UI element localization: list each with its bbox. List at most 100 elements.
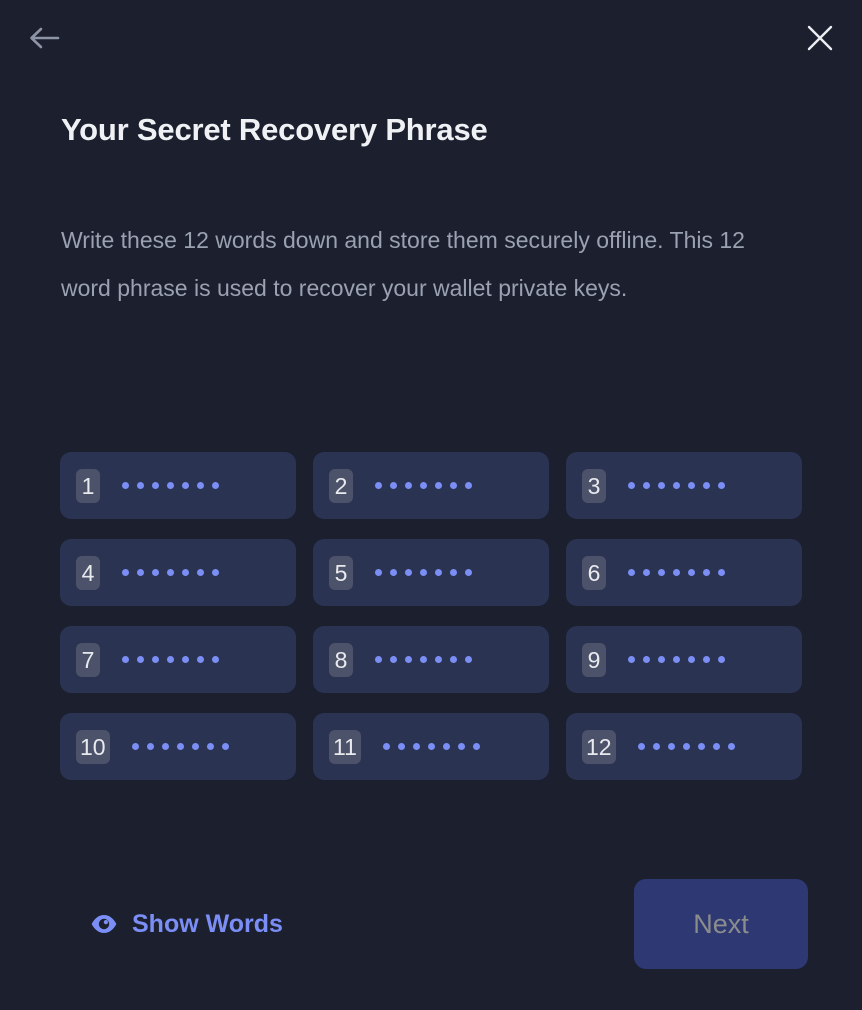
mask-dot [122, 656, 129, 663]
mask-dot [703, 656, 710, 663]
mask-dot [375, 569, 382, 576]
mask-dot [167, 569, 174, 576]
mask-dot [146, 743, 154, 750]
close-icon [807, 25, 833, 51]
mask-dot [673, 656, 680, 663]
mask-dot [667, 743, 675, 750]
mask-dot [390, 569, 397, 576]
mask-dot [182, 569, 189, 576]
mask-dot [673, 482, 680, 489]
mask-dot [465, 569, 472, 576]
mask-dot [420, 569, 427, 576]
mask-dot [643, 482, 650, 489]
word-index-badge: 1 [76, 468, 100, 503]
arrow-left-icon [30, 27, 60, 49]
mask-dot [658, 569, 665, 576]
close-button[interactable] [796, 14, 844, 62]
word-chip[interactable]: 8 [313, 626, 549, 693]
mask-dot [167, 482, 174, 489]
mask-dot [131, 743, 139, 750]
word-chip[interactable]: 5 [313, 539, 549, 606]
word-index-badge: 6 [582, 555, 606, 590]
word-masked-value [375, 482, 472, 489]
mask-dot [382, 743, 390, 750]
word-index-badge: 7 [76, 642, 100, 677]
mask-dot [212, 569, 219, 576]
word-chip[interactable]: 6 [566, 539, 802, 606]
mask-dot [718, 656, 725, 663]
word-chip[interactable]: 10 [60, 713, 296, 780]
mask-dot [182, 482, 189, 489]
word-chip[interactable]: 11 [313, 713, 549, 780]
back-button[interactable] [22, 16, 66, 60]
word-masked-value [637, 743, 735, 750]
recovery-phrase-grid: 1 2 3 4 5 6 7 8 9 10 11 12 [60, 452, 802, 780]
mask-dot [628, 482, 635, 489]
page-description: Write these 12 words down and store them… [61, 227, 745, 301]
word-masked-value [375, 656, 472, 663]
word-masked-value [375, 569, 472, 576]
word-masked-value [131, 743, 229, 750]
mask-dot [712, 743, 720, 750]
mask-dot [152, 569, 159, 576]
mask-dot [405, 482, 412, 489]
mask-dot [405, 656, 412, 663]
mask-dot [412, 743, 420, 750]
show-words-button[interactable]: Show Words [90, 892, 283, 956]
mask-dot [420, 656, 427, 663]
next-button[interactable]: Next [634, 879, 808, 969]
mask-dot [658, 482, 665, 489]
mask-dot [457, 743, 465, 750]
mask-dot [450, 569, 457, 576]
mask-dot [682, 743, 690, 750]
mask-dot [197, 569, 204, 576]
mask-dot [390, 482, 397, 489]
mask-dot [197, 482, 204, 489]
eye-icon [91, 915, 117, 933]
word-masked-value [122, 482, 219, 489]
word-chip[interactable]: 2 [313, 452, 549, 519]
mask-dot [658, 656, 665, 663]
mask-dot [152, 482, 159, 489]
mask-dot [137, 569, 144, 576]
mask-dot [435, 482, 442, 489]
word-chip[interactable]: 4 [60, 539, 296, 606]
mask-dot [688, 569, 695, 576]
word-index-badge: 4 [76, 555, 100, 590]
word-index-badge: 3 [582, 468, 606, 503]
mask-dot [405, 569, 412, 576]
mask-dot [643, 656, 650, 663]
mask-dot [673, 569, 680, 576]
mask-dot [161, 743, 169, 750]
mask-dot [212, 656, 219, 663]
mask-dot [427, 743, 435, 750]
word-index-badge: 12 [582, 729, 616, 764]
word-masked-value [628, 569, 725, 576]
word-index-badge: 5 [329, 555, 353, 590]
mask-dot [176, 743, 184, 750]
mask-dot [697, 743, 705, 750]
word-masked-value [122, 569, 219, 576]
word-masked-value [122, 656, 219, 663]
mask-dot [137, 482, 144, 489]
mask-dot [221, 743, 229, 750]
word-index-badge: 8 [329, 642, 353, 677]
mask-dot [727, 743, 735, 750]
word-chip[interactable]: 1 [60, 452, 296, 519]
word-masked-value [628, 482, 725, 489]
mask-dot [643, 569, 650, 576]
word-index-badge: 9 [582, 642, 606, 677]
top-bar [0, 0, 862, 76]
word-chip[interactable]: 9 [566, 626, 802, 693]
mask-dot [397, 743, 405, 750]
mask-dot [628, 569, 635, 576]
mask-dot [688, 482, 695, 489]
mask-dot [628, 656, 635, 663]
footer-actions: Show Words Next [0, 876, 862, 972]
mask-dot [465, 656, 472, 663]
mask-dot [206, 743, 214, 750]
word-chip[interactable]: 12 [566, 713, 802, 780]
mask-dot [703, 482, 710, 489]
word-chip[interactable]: 7 [60, 626, 296, 693]
word-chip[interactable]: 3 [566, 452, 802, 519]
